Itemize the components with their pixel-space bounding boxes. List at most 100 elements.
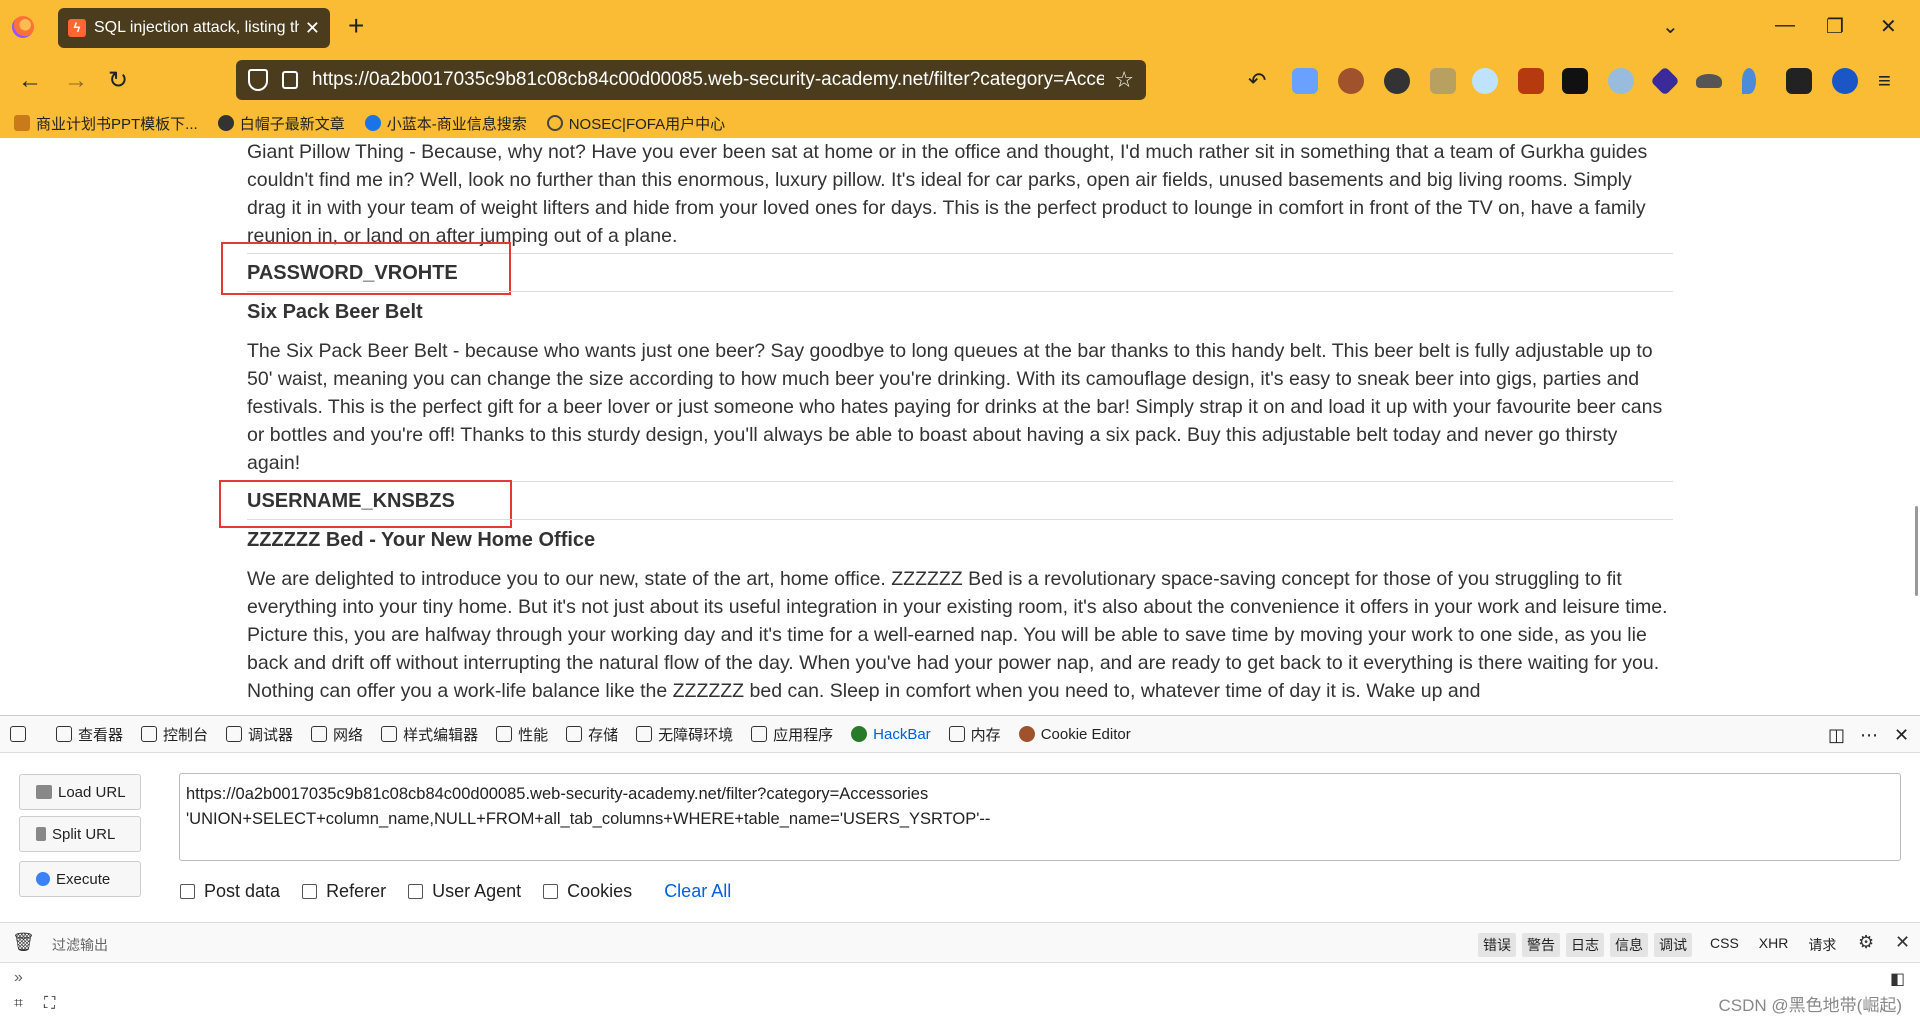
tab-label: 控制台 [163,726,209,744]
execute-button[interactable]: Execute [19,861,141,897]
tab-accessibility[interactable]: 无障碍环境 [636,724,733,745]
console-output[interactable]: » ⌗ ⛶ ◧ CSDN @黑色地带(崛起) [0,963,1920,1021]
split-url-button[interactable]: Split URL [19,816,141,852]
tab-performance[interactable]: 性能 [496,724,548,745]
devtools-toolbar: 查看器 控制台 调试器 网络 样式编辑器 性能 存储 无障碍环境 应用程序 Ha… [0,715,1920,753]
tab-debugger[interactable]: 调试器 [226,724,293,745]
extension-pin-icon[interactable] [1742,68,1756,94]
extension-diamond-icon[interactable] [1650,66,1680,96]
filter-css[interactable]: CSS [1702,933,1747,957]
expand-icon[interactable]: ⛶ [44,995,55,1013]
close-devtools-icon[interactable]: ✕ [1894,725,1909,746]
clear-all-link[interactable]: Clear All [664,881,731,902]
bookmark-favicon-icon [217,115,234,131]
tab-style-editor[interactable]: 样式编辑器 [381,724,478,745]
close-window-icon[interactable]: ✕ [1880,14,1897,39]
close-split-console-icon[interactable]: ✕ [1895,932,1910,953]
trash-icon[interactable]: 🗑 [12,932,35,953]
extension-ring-icon[interactable] [1472,68,1498,94]
extension-cookie-dark-icon[interactable] [1384,68,1410,94]
console-prompt-chevron-icon: » [14,969,23,986]
address-url[interactable]: https://0a2b0017035c9b81c08cb84c00d00085… [312,69,1104,91]
tab-list-chevron-icon[interactable]: ⌄ [1662,14,1679,39]
log-level-filters: 错误 警告 日志 信息 调试 CSS XHR 请求 [1478,933,1844,957]
new-tab-icon[interactable]: + [348,12,364,40]
checkbox-box[interactable] [180,884,195,899]
filter-logs[interactable]: 日志 [1566,933,1604,957]
reload-icon[interactable]: ↻ [108,66,128,96]
element-picker-icon[interactable] [10,726,38,742]
tracking-shield-icon[interactable] [248,69,268,91]
restore-icon[interactable]: ❐ [1826,14,1844,39]
filter-errors[interactable]: 错误 [1478,933,1516,957]
undo-arrow-icon[interactable]: ↶ [1248,66,1266,96]
network-icon [311,726,328,742]
extension-hat-icon[interactable] [1696,74,1722,88]
extension-bird-icon[interactable] [1292,68,1318,94]
extension-puzzle-icon[interactable] [1430,68,1456,94]
checkbox-box[interactable] [543,884,559,899]
tab-application[interactable]: 应用程序 [751,724,833,745]
checkbox-box[interactable] [302,884,318,899]
highlight-box [221,242,511,295]
option-label: User Agent [432,881,522,901]
bookmark-favicon-icon [364,115,381,131]
cookies-checkbox[interactable]: Cookies [543,881,632,902]
tab-network[interactable]: 网络 [311,724,363,745]
referer-checkbox[interactable]: Referer [302,881,386,902]
bookmark-item[interactable]: 白帽子最新文章 [217,113,345,134]
browser-tab[interactable]: ϟ SQL injection attack, listing th ✕ [58,8,330,48]
extension-blue-circle-icon[interactable] [1832,68,1858,94]
tab-hackbar[interactable]: HackBar [851,726,931,743]
scissors-icon [36,827,46,841]
filter-warnings[interactable]: 警告 [1522,933,1560,957]
checkbox-box[interactable] [408,884,424,899]
bookmark-item[interactable]: 商业计划书PPT模板下... [14,113,198,134]
forward-arrow-icon[interactable]: → [64,66,88,96]
tab-cookie-editor[interactable]: Cookie Editor [1018,726,1131,743]
user-agent-checkbox[interactable]: User Agent [408,881,521,902]
more-options-icon[interactable]: ⋯ [1860,725,1878,746]
firefox-logo-icon [12,16,34,38]
console-settings-gear-icon[interactable]: ⚙ [1858,932,1874,953]
console-filter-bar: 🗑 过滤输出 错误 警告 日志 信息 调试 CSS XHR 请求 ⚙ ✕ [0,923,1920,963]
tab-memory[interactable]: 内存 [948,724,1001,745]
dock-side-icon[interactable]: ◫ [1828,725,1845,746]
filter-info[interactable]: 信息 [1610,933,1648,957]
bookmark-item[interactable]: 小蓝本-商业信息搜索 [364,113,527,134]
close-tab-icon[interactable]: ✕ [305,18,320,39]
filter-requests[interactable]: 请求 [1800,933,1844,957]
tab-label: 样式编辑器 [403,726,479,744]
tab-storage[interactable]: 存储 [566,724,618,745]
extension-burp-icon[interactable] [1518,68,1544,94]
bookmark-item[interactable]: NOSEC|FOFA用户中心 [546,113,725,134]
watermark: CSDN @黑色地带(崛起) [1718,996,1902,1015]
extension-toggle-icon[interactable] [1608,68,1634,94]
extension-mask-icon[interactable] [1562,68,1588,94]
post-data-checkbox[interactable]: Post data [180,881,280,902]
hackbar-options: Post data Referer User Agent Cookies Cle… [180,881,731,902]
hackbar-url-textarea[interactable]: https://0a2b0017035c9b81c08cb84c00d00085… [179,773,1901,861]
sidebar-toggle-icon[interactable]: ◧ [1890,969,1905,989]
bookmarks-toolbar: 商业计划书PPT模板下... 白帽子最新文章 小蓝本-商业信息搜索 NOSEC|… [0,108,1920,138]
tab-inspector[interactable]: 查看器 [56,724,123,745]
menu-hamburger-icon[interactable]: ≡ [1878,66,1891,96]
filter-xhr[interactable]: XHR [1751,933,1797,957]
button-label: Execute [56,870,111,888]
extension-cookie-icon[interactable] [1338,68,1364,94]
filter-output-input[interactable]: 过滤输出 [52,935,108,955]
bookmark-star-icon[interactable]: ☆ [1114,67,1134,93]
tab-label: 无障碍环境 [658,726,734,744]
page-content: Giant Pillow Thing - Because, why not? H… [0,138,1920,715]
address-bar[interactable]: https://0a2b0017035c9b81c08cb84c00d00085… [236,60,1146,100]
tab-console[interactable]: 控制台 [141,724,208,745]
lock-icon[interactable] [282,71,298,89]
page-scrollbar[interactable] [1915,506,1918,596]
editor-mode-icon[interactable]: ⌗ [14,995,23,1013]
filter-debug[interactable]: 调试 [1654,933,1692,957]
load-url-button[interactable]: Load URL [19,774,141,810]
back-arrow-icon[interactable]: ← [18,66,42,96]
extension-hacker-icon[interactable] [1786,68,1812,94]
product-description: Giant Pillow Thing - Because, why not? H… [247,141,1648,247]
minimize-icon[interactable]: — [1775,14,1795,37]
